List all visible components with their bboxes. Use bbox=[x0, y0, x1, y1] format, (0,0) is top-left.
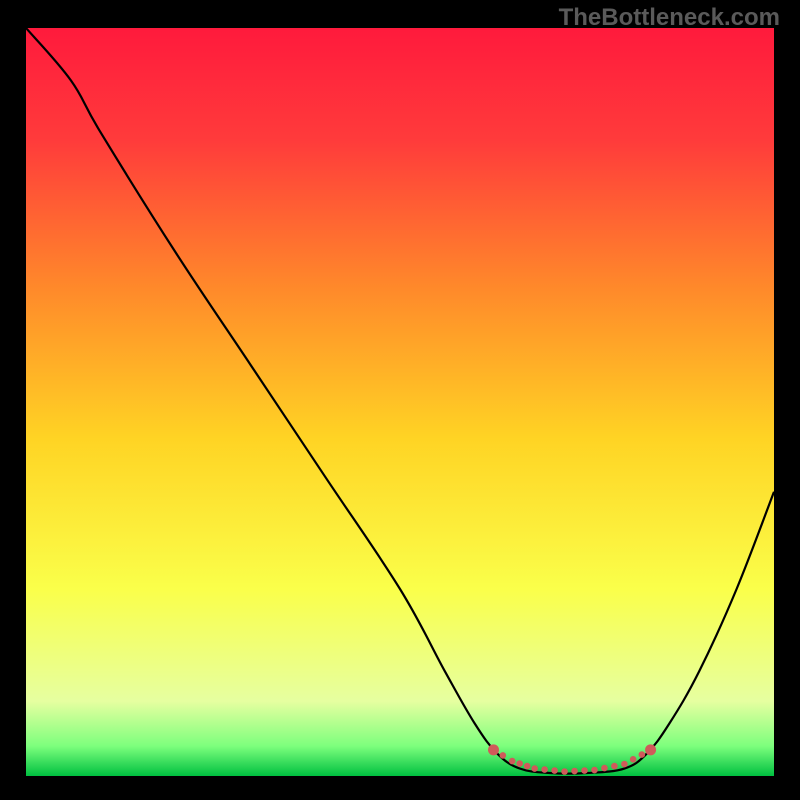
gradient-background bbox=[26, 28, 774, 776]
chart-svg bbox=[26, 28, 774, 776]
watermark-text: TheBottleneck.com bbox=[559, 4, 780, 32]
